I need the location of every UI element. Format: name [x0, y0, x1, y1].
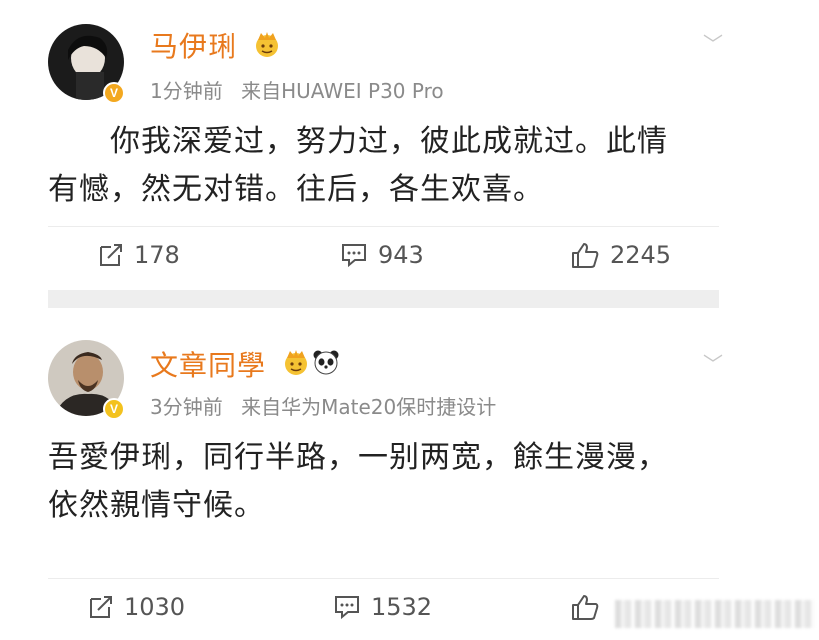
- action-bar: 178 943 2245: [48, 226, 719, 288]
- repost-icon: [90, 596, 112, 618]
- username[interactable]: 文章同學: [150, 344, 266, 384]
- like-icon: [572, 595, 599, 620]
- post-text-line: 有憾，然无对错。往后，各生欢喜。: [48, 172, 544, 207]
- post-separator: [48, 290, 719, 308]
- post-text-line: 依然親情守候。: [48, 488, 265, 523]
- like-count: 2245: [610, 241, 672, 269]
- panda-emoji-icon: [313, 350, 339, 375]
- crown-emoji-icon: [256, 32, 278, 57]
- like-button[interactable]: [570, 593, 610, 621]
- post-time: 1分钟前: [150, 79, 223, 103]
- comment-button[interactable]: 943: [340, 241, 424, 269]
- weibo-feed: V 马伊琍 1分钟前 来自HUAWEI P30 Pro ﹀ 你我深爱过，努力过，…: [0, 0, 819, 640]
- username[interactable]: 马伊琍: [150, 25, 237, 65]
- watermark-blur: [615, 600, 815, 628]
- post-text: 你我深爱过，努力过，彼此成就过。此情 有憾，然无对错。往后，各生欢喜。: [48, 118, 719, 214]
- weibo-post: V 文章同學 3分钟前 来自华为Mate20保时捷设计 ﹀ 吾愛伊琍，同行半路，…: [0, 308, 723, 640]
- repost-count: 1030: [124, 593, 186, 621]
- post-meta: 3分钟前 来自华为Mate20保时捷设计: [150, 391, 508, 420]
- comment-icon: [342, 244, 366, 268]
- comment-icon: [335, 596, 359, 620]
- chevron-down-icon[interactable]: ﹀: [703, 28, 723, 57]
- repost-button[interactable]: 178: [98, 241, 180, 269]
- vip-v-badge-icon: V: [103, 82, 125, 104]
- like-icon: [572, 243, 599, 268]
- crown-emoji-icon: [285, 350, 307, 375]
- post-text-line: 吾愛伊琍，同行半路，一别两宽，餘生漫漫，: [48, 440, 668, 475]
- chevron-down-icon[interactable]: ﹀: [703, 348, 723, 377]
- comment-count: 943: [378, 241, 424, 269]
- repost-count: 178: [134, 241, 180, 269]
- post-text-line: 你我深爱过，努力过，彼此成就过。此情: [110, 124, 668, 159]
- repost-icon: [100, 244, 122, 266]
- comment-button[interactable]: 1532: [333, 593, 432, 621]
- post-source[interactable]: 来自华为Mate20保时捷设计: [241, 395, 496, 419]
- post-source[interactable]: 来自HUAWEI P30 Pro: [241, 79, 444, 103]
- post-time: 3分钟前: [150, 395, 223, 419]
- post-meta: 1分钟前 来自HUAWEI P30 Pro: [150, 75, 456, 104]
- weibo-post: V 马伊琍 1分钟前 来自HUAWEI P30 Pro ﹀ 你我深爱过，努力过，…: [0, 0, 723, 290]
- vip-v-badge-icon: V: [103, 398, 125, 420]
- like-button[interactable]: 2245: [570, 241, 671, 269]
- comment-count: 1532: [371, 593, 433, 621]
- repost-button[interactable]: 1030: [88, 593, 185, 621]
- post-text: 吾愛伊琍，同行半路，一别两宽，餘生漫漫， 依然親情守候。: [48, 434, 719, 530]
